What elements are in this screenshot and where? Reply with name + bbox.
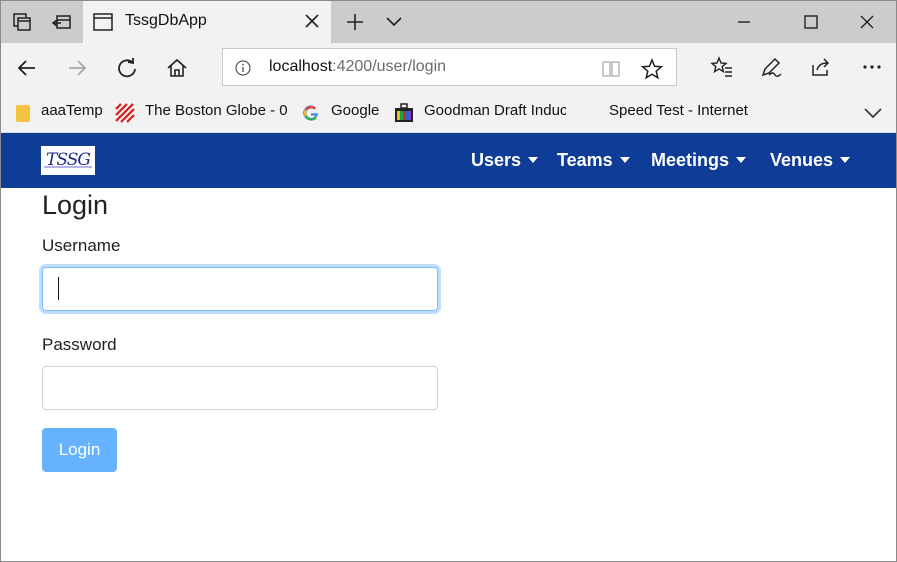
- star-icon[interactable]: [641, 58, 663, 80]
- nav-meetings[interactable]: Meetings: [651, 150, 747, 171]
- nav-venues[interactable]: Venues: [770, 150, 851, 171]
- favorite-aaatemp[interactable]: aaaTemp: [41, 102, 103, 124]
- favorites-bar: aaaTemp The Boston Globe - 0 Google Good…: [1, 93, 896, 133]
- new-tab-icon[interactable]: [345, 12, 365, 32]
- home-icon[interactable]: [165, 56, 189, 80]
- password-input[interactable]: [42, 366, 438, 410]
- favorite-boston-globe[interactable]: The Boston Globe - 0: [145, 102, 288, 124]
- page-icon: [93, 13, 113, 31]
- password-label: Password: [42, 335, 117, 354]
- favorite-speed-test[interactable]: Speed Test - Internet: [609, 102, 748, 124]
- minimize-icon[interactable]: [735, 13, 753, 31]
- nav-meetings-label: Meetings: [651, 150, 730, 170]
- browser-window: TssgDbApp localhost:4200/user/login aaaT…: [0, 0, 897, 562]
- forward-icon[interactable]: [65, 56, 89, 80]
- tab-active[interactable]: TssgDbApp: [83, 1, 331, 43]
- close-tab-icon[interactable]: [303, 12, 321, 30]
- tab-manager-icon[interactable]: [11, 11, 33, 33]
- brand-logo[interactable]: TSSG: [41, 146, 95, 175]
- username-label: Username: [42, 236, 121, 255]
- close-window-icon[interactable]: [858, 13, 876, 31]
- refresh-icon[interactable]: [115, 56, 139, 80]
- text-cursor: [58, 277, 59, 300]
- app-navbar: TSSG Users Teams Meetings Venues: [1, 133, 896, 188]
- info-icon[interactable]: [235, 60, 251, 76]
- address-bar[interactable]: localhost:4200/user/login: [222, 48, 677, 86]
- chevron-down-icon[interactable]: [385, 14, 403, 28]
- nav-users-label: Users: [471, 150, 522, 170]
- maximize-icon[interactable]: [802, 13, 820, 31]
- more-icon[interactable]: [860, 55, 884, 79]
- page-title: Login: [42, 190, 109, 220]
- boston-globe-icon: [115, 103, 135, 123]
- caret-down-icon: [840, 157, 851, 163]
- folder-icon: [16, 105, 30, 122]
- set-aside-tabs-icon[interactable]: [51, 11, 73, 33]
- nav-venues-label: Venues: [770, 150, 834, 170]
- google-icon: [303, 105, 318, 121]
- briefcase-icon: [395, 103, 413, 122]
- nav-teams-label: Teams: [557, 150, 613, 170]
- url-text[interactable]: localhost:4200/user/login: [269, 58, 446, 76]
- back-icon[interactable]: [15, 56, 39, 80]
- favorites-icon[interactable]: [710, 55, 734, 79]
- favorite-goodman-draft[interactable]: Goodman Draft Induc: [424, 102, 566, 124]
- url-path: :4200/user/login: [332, 58, 447, 75]
- login-button[interactable]: Login: [42, 428, 117, 472]
- username-input[interactable]: [42, 267, 438, 311]
- url-host: localhost: [269, 58, 333, 75]
- nav-users[interactable]: Users: [471, 150, 539, 171]
- title-bar: TssgDbApp: [1, 1, 896, 43]
- browser-toolbar: localhost:4200/user/login: [1, 43, 896, 93]
- caret-down-icon: [528, 157, 539, 163]
- chevron-down-icon[interactable]: [863, 105, 883, 121]
- tab-title: TssgDbApp: [125, 12, 207, 29]
- favorite-google[interactable]: Google: [331, 102, 379, 124]
- nav-teams[interactable]: Teams: [557, 150, 630, 171]
- caret-down-icon: [619, 157, 630, 163]
- notes-pen-icon[interactable]: [759, 55, 783, 79]
- share-icon[interactable]: [809, 55, 833, 79]
- caret-down-icon: [736, 157, 747, 163]
- reading-view-icon[interactable]: [601, 60, 621, 78]
